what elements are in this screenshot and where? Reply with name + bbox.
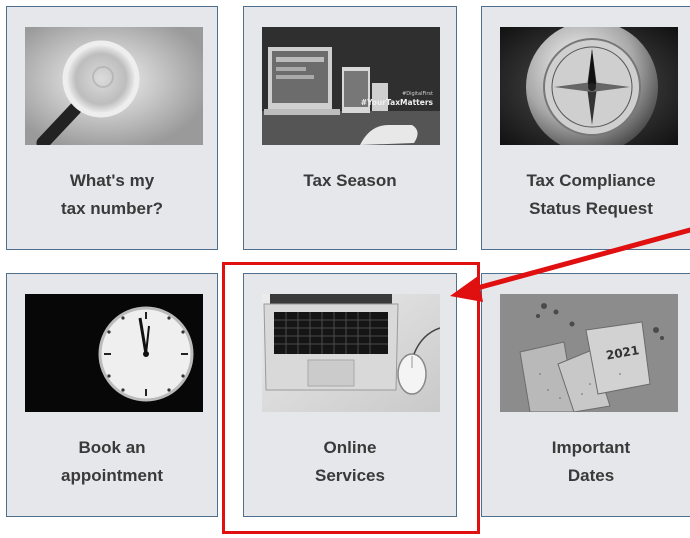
tile-label-line2: tax number? [60,199,164,218]
clock-image [25,294,203,412]
tile-label-line1: Tax Compliance [526,171,656,190]
tile-label-line1: Important [551,438,631,457]
tile-label-line2: Services [315,466,385,485]
laptop-image [262,294,440,412]
important-dates-tile[interactable]: 2021 Important Dates [481,273,690,517]
hashtag-large-text: #YourTaxMatters [361,98,434,107]
tax-season-tile[interactable]: #DigitalFirst #YourTaxMatters Tax Season [243,6,457,250]
tile-label-line2: Status Request [529,199,653,218]
tile-label-line1: Online [323,438,377,457]
compass-image [500,27,678,145]
tile-label-line2: Dates [567,466,615,485]
book-appointment-tile[interactable]: Book an appointment [6,273,218,517]
tax-compliance-tile[interactable]: Tax Compliance Status Request [481,6,690,250]
hashtag-small-text: #DigitalFirst [402,91,433,97]
tile-label-line1: Tax Season [303,171,397,190]
online-services-tile[interactable]: Online Services [243,273,457,517]
tile-label-line1: Book an [78,438,146,457]
tile-label-line1: What's my [69,171,155,190]
tile-label-line2: appointment [61,466,163,485]
tax-season-laptop-image: #DigitalFirst #YourTaxMatters [262,27,440,145]
magnifying-glass-image [25,27,203,145]
tax-number-tile[interactable]: What's my tax number? [6,6,218,250]
notebook-2021-image: 2021 [500,294,678,412]
